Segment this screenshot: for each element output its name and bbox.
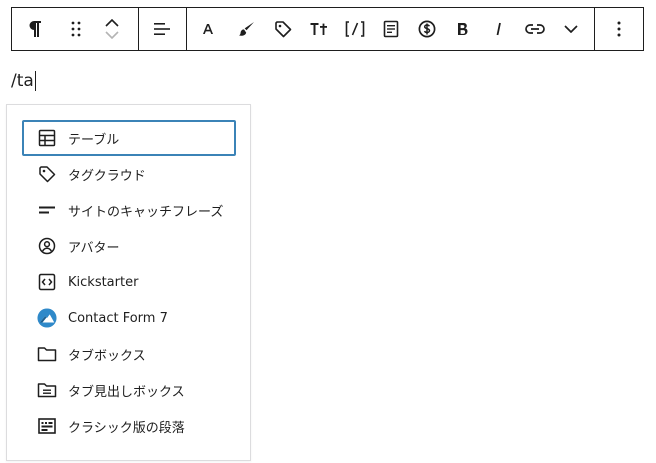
menu-item-tab-box[interactable]: タブボックス — [22, 336, 236, 372]
bold-button[interactable] — [445, 8, 481, 50]
block-toolbar — [11, 7, 644, 51]
menu-item-classic-paragraph[interactable]: クラシック版の段落 — [22, 408, 236, 444]
chevron-down-icon — [564, 25, 578, 33]
document-icon — [383, 20, 399, 38]
dollar-circle-icon — [418, 20, 436, 38]
paragraph-button[interactable] — [12, 8, 58, 50]
options-button[interactable] — [595, 8, 643, 50]
table-icon — [37, 128, 57, 148]
menu-item-label: タブボックス — [68, 348, 146, 364]
price-button[interactable] — [409, 8, 445, 50]
menu-item-table[interactable]: テーブル — [22, 120, 236, 156]
tag-icon — [274, 20, 292, 38]
tag-button[interactable] — [265, 8, 301, 50]
shortcode-button[interactable] — [337, 8, 373, 50]
paragraph-editor[interactable]: /ta — [11, 69, 36, 93]
link-icon — [524, 23, 545, 35]
move-down-icon[interactable] — [105, 31, 119, 39]
brush-icon — [238, 20, 256, 38]
block-toolbar-group-align — [139, 8, 187, 50]
drag-handle-icon — [71, 21, 81, 37]
menu-item-tab-heading-box[interactable]: タブ見出しボックス — [22, 372, 236, 408]
shortcode-icon — [345, 21, 365, 37]
more-format-button[interactable] — [553, 8, 589, 50]
italic-icon — [494, 22, 504, 36]
menu-item-label: タグクラウド — [68, 168, 146, 184]
font-size-icon — [310, 22, 328, 36]
menu-item-label: タブ見出しボックス — [68, 384, 185, 400]
folder-doc-icon — [37, 380, 57, 400]
avatar-icon — [37, 236, 57, 256]
bold-icon — [457, 22, 469, 36]
block-toolbar-group-options — [595, 8, 643, 50]
menu-item-avatar[interactable]: アバター — [22, 228, 236, 264]
menu-item-label: Kickstarter — [68, 274, 139, 290]
classic-paragraph-icon — [37, 416, 57, 436]
folder-icon — [37, 344, 57, 364]
link-button[interactable] — [517, 8, 553, 50]
menu-item-label: アバター — [68, 240, 120, 256]
block-toolbar-group-format — [187, 8, 595, 50]
block-inserter-autocomplete: テーブル タグクラウド サイトのキャッチフレーズ アバター Kickstarte… — [6, 104, 251, 461]
menu-item-kickstarter[interactable]: Kickstarter — [22, 264, 236, 300]
contact-form-7-icon — [37, 308, 57, 328]
menu-item-label: Contact Form 7 — [68, 310, 168, 326]
document-button[interactable] — [373, 8, 409, 50]
move-up-down-button[interactable] — [94, 8, 130, 50]
font-a-icon — [202, 23, 214, 35]
font-size-button[interactable] — [301, 8, 337, 50]
drag-handle-button[interactable] — [58, 8, 94, 50]
block-toolbar-group-block — [12, 8, 139, 50]
tagline-icon — [37, 200, 57, 220]
slash-command-text: /ta — [11, 71, 34, 91]
menu-item-label: クラシック版の段落 — [68, 420, 185, 436]
menu-item-label: テーブル — [68, 132, 120, 148]
menu-item-tag-cloud[interactable]: タグクラウド — [22, 156, 236, 192]
italic-button[interactable] — [481, 8, 517, 50]
text-caret — [34, 71, 36, 91]
align-left-icon — [153, 21, 171, 37]
tag-icon — [37, 164, 57, 184]
highlight-button[interactable] — [229, 8, 265, 50]
menu-item-label: サイトのキャッチフレーズ — [68, 204, 224, 220]
more-options-icon — [617, 21, 621, 37]
align-button[interactable] — [139, 8, 186, 50]
move-up-icon[interactable] — [105, 19, 119, 27]
menu-item-contact-form-7[interactable]: Contact Form 7 — [22, 300, 236, 336]
menu-item-site-tagline[interactable]: サイトのキャッチフレーズ — [22, 192, 236, 228]
font-button[interactable] — [187, 8, 229, 50]
paragraph-icon — [28, 20, 42, 38]
code-box-icon — [37, 272, 57, 292]
